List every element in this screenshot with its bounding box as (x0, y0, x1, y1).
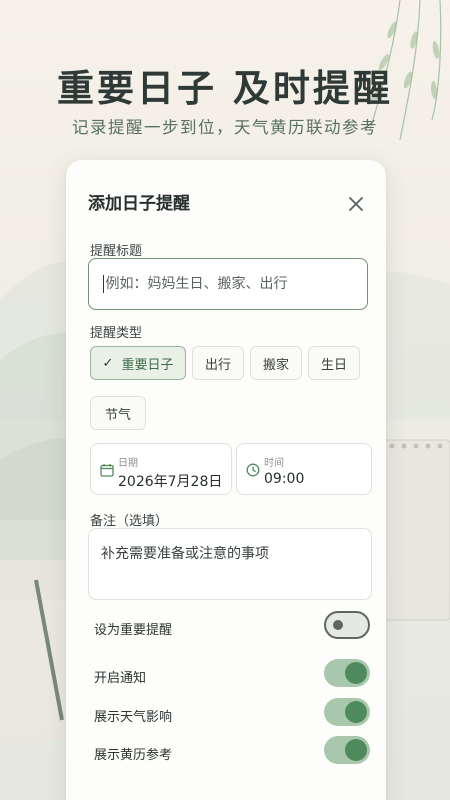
add-reminder-dialog: 添加日子提醒 提醒标题 提醒类型 ✓ 重要日子 出行 搬家 生日 节气 日期 (66, 160, 386, 800)
date-caption: 日期 (118, 458, 138, 469)
type-chip-label: 节气 (104, 407, 131, 423)
type-chip-travel[interactable]: 出行 (192, 346, 244, 380)
toggle-knob (345, 739, 367, 761)
clock-icon (246, 463, 260, 477)
note-field[interactable] (88, 528, 372, 600)
important-toggle-label: 设为重要提醒 (94, 623, 173, 638)
close-button[interactable] (344, 192, 368, 216)
type-chip-important-day[interactable]: ✓ 重要日子 (90, 346, 186, 380)
dialog-header: 添加日子提醒 (88, 190, 368, 218)
title-input[interactable] (88, 258, 368, 310)
notification-toggle-label: 开启通知 (94, 671, 147, 686)
note-textarea[interactable] (101, 543, 359, 585)
almanac-toggle[interactable] (324, 736, 370, 764)
hero-title: 重要日子 及时提醒 (57, 67, 393, 110)
toggle-knob (345, 701, 367, 723)
toggle-knob (333, 620, 343, 630)
type-chip-birthday[interactable]: 生日 (308, 346, 360, 380)
title-input-field[interactable] (105, 276, 353, 292)
type-chip-solar-term[interactable]: 节气 (90, 396, 146, 430)
time-picker[interactable]: 时间 09:00 (236, 443, 372, 495)
weather-toggle[interactable] (324, 698, 370, 726)
toggle-knob (345, 662, 367, 684)
hero-subtitle: 记录提醒一步到位，天气黄历联动参考 (72, 118, 378, 137)
close-icon (349, 197, 363, 211)
date-value: 2026年7月28日 (118, 474, 223, 490)
calendar-icon (100, 464, 114, 477)
important-toggle[interactable] (324, 611, 370, 639)
note-label: 备注（选填） (90, 514, 169, 529)
check-icon: ✓ (102, 355, 114, 371)
weather-toggle-label: 展示天气影响 (94, 710, 173, 725)
notification-toggle[interactable] (324, 659, 370, 687)
type-chip-label: 生日 (320, 357, 347, 373)
type-chip-label: 出行 (204, 357, 231, 373)
text-caret (103, 275, 105, 293)
time-value: 09:00 (264, 471, 305, 487)
type-label: 提醒类型 (90, 326, 143, 341)
almanac-toggle-label: 展示黄历参考 (94, 748, 173, 763)
title-field-label: 提醒标题 (90, 244, 143, 259)
type-chip-label: 搬家 (262, 357, 289, 373)
date-picker[interactable]: 日期 2026年7月28日 (90, 443, 232, 495)
dialog-title: 添加日子提醒 (88, 194, 190, 214)
type-chip-moving[interactable]: 搬家 (250, 346, 302, 380)
type-chip-label: 重要日子 (121, 357, 174, 373)
time-caption: 时间 (264, 458, 284, 469)
